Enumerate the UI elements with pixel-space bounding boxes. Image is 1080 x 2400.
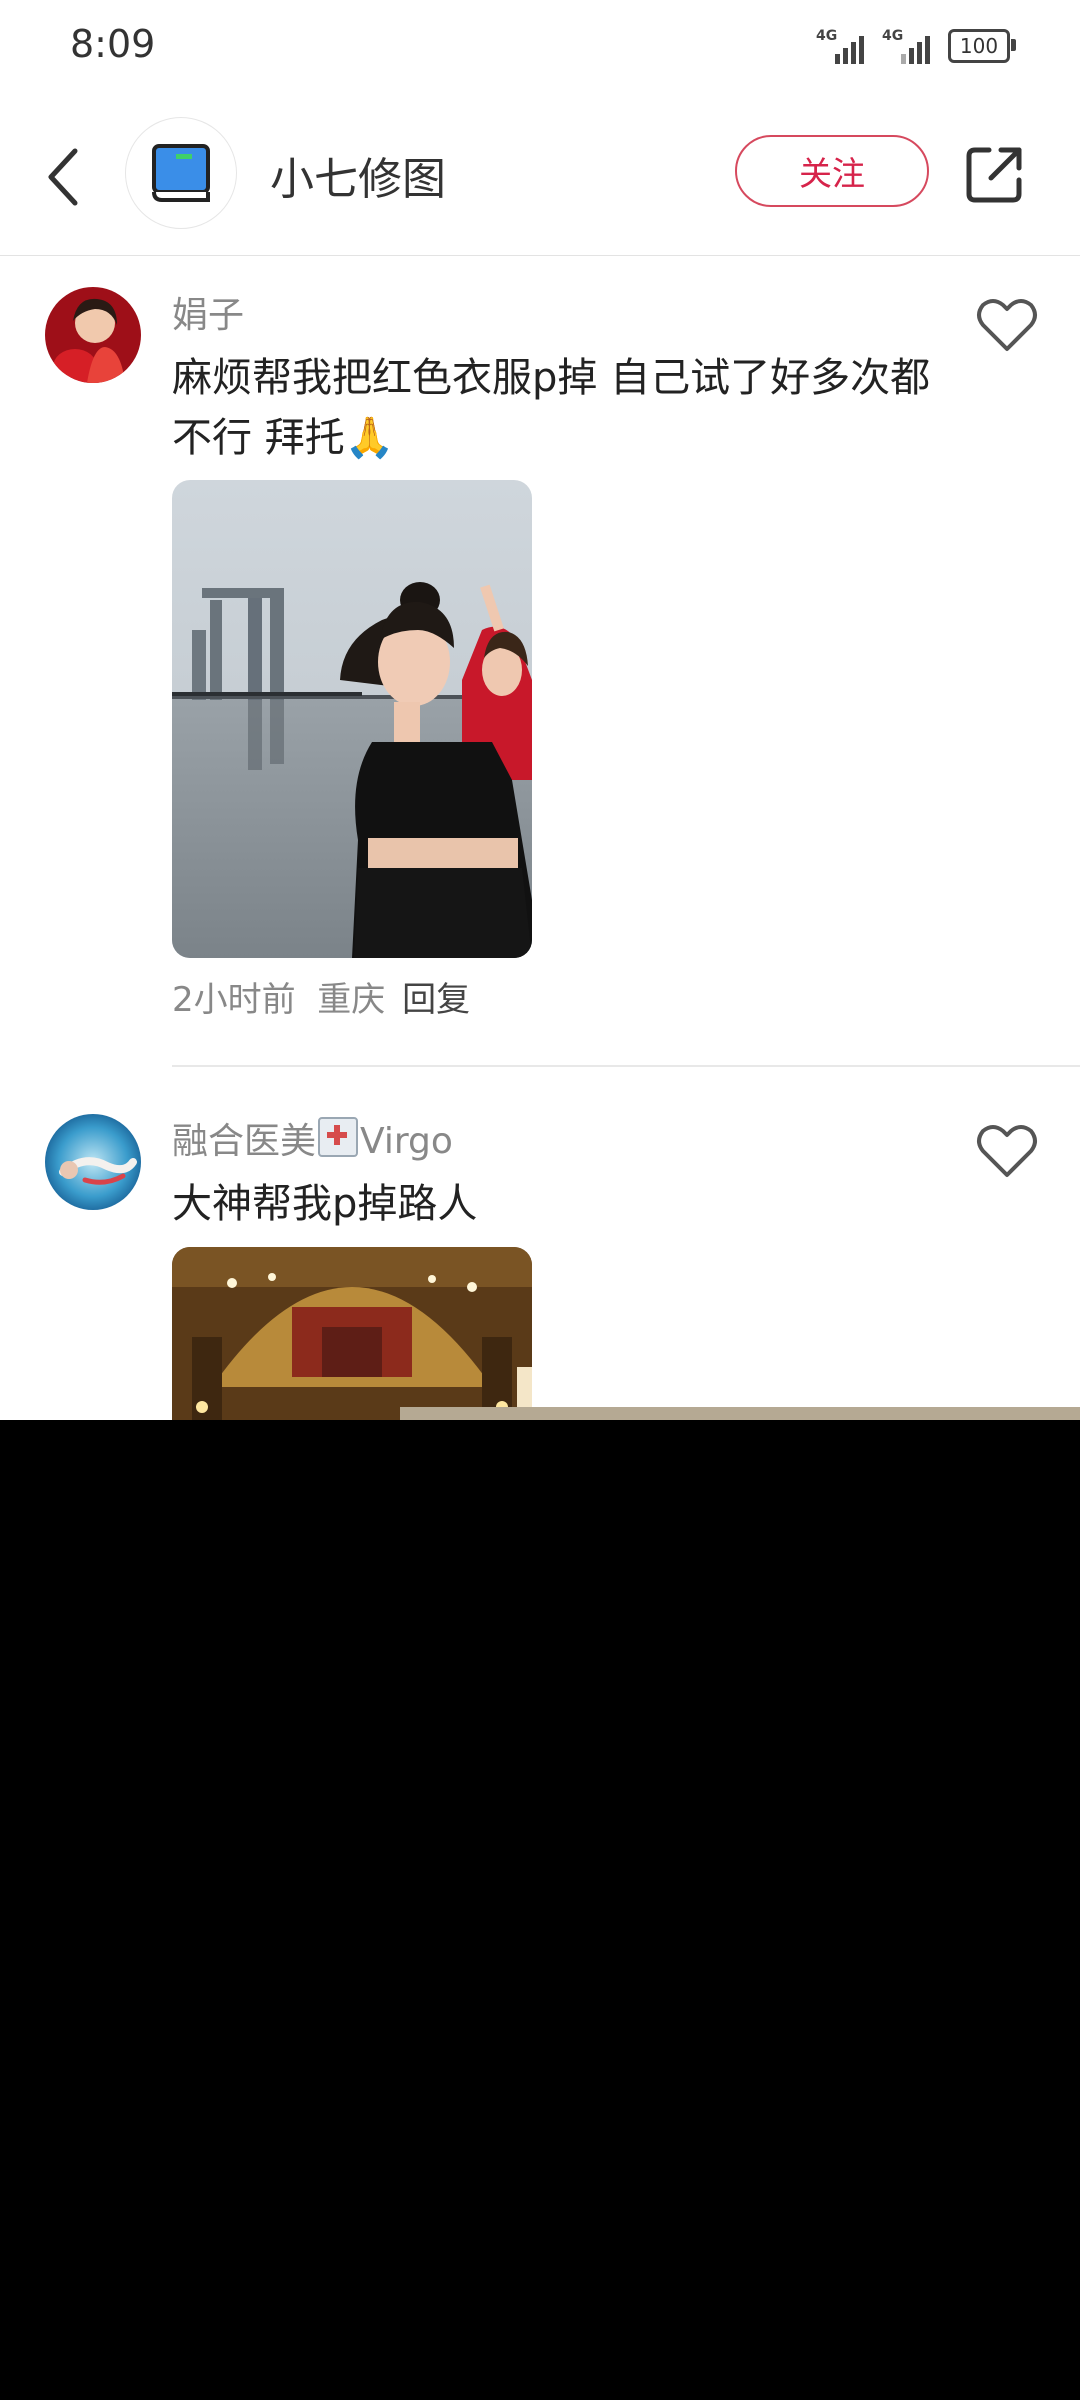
username-text: 融合医美	[172, 1121, 317, 1162]
status-bar: 8:09 4G 4G 100	[0, 0, 1080, 95]
comment-image[interactable]	[172, 480, 532, 958]
comment-image[interactable]	[172, 1247, 532, 1420]
chevron-left-icon	[48, 148, 78, 206]
heart-icon[interactable]	[975, 293, 1039, 357]
topic-avatar[interactable]	[125, 117, 237, 229]
topic-title: 小七修图	[270, 154, 446, 205]
share-icon	[966, 147, 1022, 203]
comment-text: 大神帮我p掉路人	[172, 1181, 478, 1227]
comment-meta: 2小时前 重庆 回复	[172, 972, 470, 1021]
comment-time: 2小时前	[172, 980, 296, 1020]
divider	[172, 1065, 1080, 1067]
comment-text: 麻烦帮我把红色衣服p掉 自己试了好多次都不行 拜托🙏	[172, 355, 931, 461]
comment-location: 重庆	[317, 980, 386, 1020]
share-button[interactable]	[958, 139, 1030, 211]
avatar-image	[45, 1114, 141, 1210]
battery-icon: 100	[948, 29, 1016, 63]
back-button[interactable]	[28, 137, 98, 217]
heart-icon[interactable]	[975, 1119, 1039, 1183]
comment-username[interactable]: 融合医美 Virgo	[172, 1112, 453, 1164]
comment-username[interactable]: 娟子	[172, 286, 244, 338]
status-icons: 4G 4G 100	[816, 28, 1016, 64]
avatar-image	[45, 287, 141, 383]
topic-header: 小七修图 关注	[0, 95, 1080, 256]
status-time: 8:09	[70, 22, 156, 66]
app-screen: 8:09 4G 4G 100 小七修图 关注 娟子 麻烦帮我把红色衣服p掉 自己…	[0, 0, 1080, 1420]
follow-button[interactable]: 关注	[735, 135, 929, 207]
signal-icon: 4G	[882, 28, 930, 64]
signal-icon: 4G	[816, 28, 864, 64]
photo-image	[172, 480, 532, 958]
photo-image	[172, 1247, 532, 1420]
bottom-sheet-edge	[400, 1407, 1080, 1420]
book-icon	[152, 144, 210, 202]
username-text: Virgo	[360, 1121, 453, 1162]
reply-button[interactable]: 回复	[402, 980, 470, 1020]
hospital-icon	[318, 1117, 359, 1157]
avatar[interactable]	[45, 287, 141, 383]
avatar[interactable]	[45, 1114, 141, 1210]
